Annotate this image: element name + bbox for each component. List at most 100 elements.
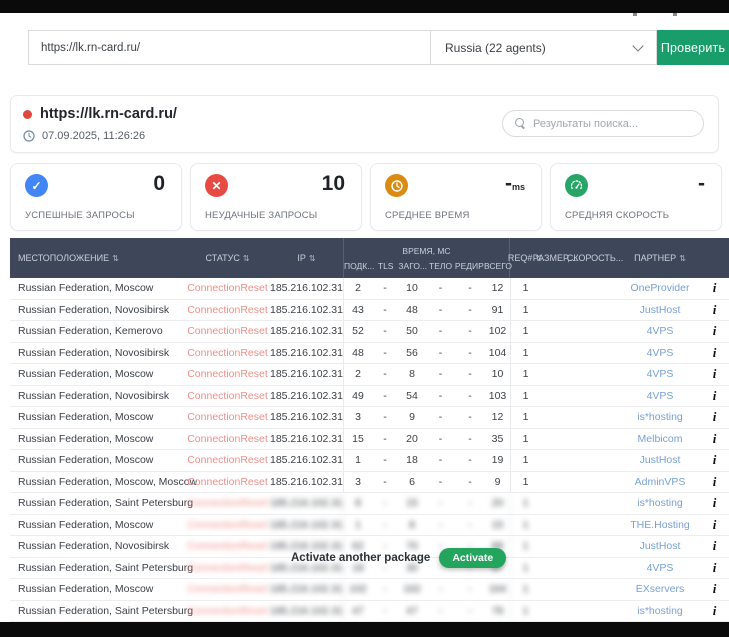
- partner-link[interactable]: EXservers: [620, 579, 700, 600]
- failed-count: 10: [322, 172, 345, 196]
- cropped-ui-tick: [673, 13, 677, 16]
- partner-link[interactable]: is*hosting: [620, 493, 700, 514]
- stat-card-success: ✓ 0 УСПЕШНЫЕ ЗАПРОСЫ: [10, 163, 182, 231]
- partner-link[interactable]: Melbicom: [620, 429, 700, 450]
- size-cell: [540, 278, 570, 299]
- info-icon[interactable]: i: [700, 343, 729, 364]
- req-count-cell: 1: [510, 450, 540, 471]
- info-icon[interactable]: i: [700, 364, 729, 385]
- info-icon[interactable]: i: [700, 601, 729, 622]
- info-icon[interactable]: i: [700, 386, 729, 407]
- speed-cell: [570, 429, 620, 450]
- total-ms-cell: 12: [485, 407, 510, 428]
- tls-ms-cell: -: [372, 515, 398, 536]
- sort-icon: ⇅: [112, 254, 119, 263]
- results-search-input[interactable]: [533, 118, 691, 130]
- req-count-cell: 1: [510, 364, 540, 385]
- info-icon[interactable]: i: [700, 558, 729, 579]
- status-cell: ConnectionReset: [185, 450, 270, 471]
- partner-link[interactable]: JustHost: [620, 300, 700, 321]
- column-header-status[interactable]: СТАТУС⇅: [185, 238, 270, 278]
- location-cell: Russian Federation, Novosibirsk: [10, 343, 185, 364]
- sort-icon: ⇅: [309, 254, 316, 263]
- activate-overlay: Activate another package Activate: [291, 546, 506, 570]
- avg-time-value: -ms: [505, 172, 525, 196]
- partner-link[interactable]: JustHost: [620, 450, 700, 471]
- partner-link[interactable]: 4VPS: [620, 364, 700, 385]
- column-header-connect: ПОДК...: [344, 261, 373, 271]
- partner-link[interactable]: JustHost: [620, 536, 700, 557]
- stat-label: НЕУДАЧНЫЕ ЗАПРОСЫ: [205, 210, 317, 221]
- check-button[interactable]: Проверить: [657, 30, 729, 65]
- body-ms-cell: -: [426, 450, 455, 471]
- avg-speed-value: -: [698, 172, 705, 196]
- partner-link[interactable]: 4VPS: [620, 321, 700, 342]
- url-input[interactable]: [41, 42, 418, 54]
- ip-cell: 185.216.102.31: [270, 472, 343, 493]
- connect-ms-cell: 8: [343, 493, 372, 514]
- location-cell: Russian Federation, Moscow, Moscow: [10, 472, 185, 493]
- table-row: Russian Federation, Moscow ConnectionRes…: [10, 450, 729, 472]
- info-icon[interactable]: i: [700, 536, 729, 557]
- info-icon[interactable]: i: [700, 321, 729, 342]
- info-icon[interactable]: i: [700, 579, 729, 600]
- status-cell: ConnectionReset: [185, 364, 270, 385]
- results-search[interactable]: [502, 110, 704, 137]
- size-cell: [540, 321, 570, 342]
- partner-link[interactable]: is*hosting: [620, 407, 700, 428]
- region-select[interactable]: Russia (22 agents): [430, 30, 657, 65]
- redirect-ms-cell: -: [455, 386, 485, 407]
- tls-ms-cell: -: [372, 429, 398, 450]
- info-icon[interactable]: i: [700, 450, 729, 471]
- column-header-partner[interactable]: ПАРТНЕР⇅: [620, 238, 700, 278]
- column-header-info: [700, 238, 729, 278]
- stat-label: СРЕДНЯЯ СКОРОСТЬ: [565, 210, 669, 221]
- size-cell: [540, 579, 570, 600]
- status-cell: ConnectionReset: [185, 558, 270, 579]
- connect-ms-cell: 49: [343, 386, 372, 407]
- column-header-tls: TLS: [373, 261, 398, 271]
- result-card: https://lk.rn-card.ru/ 07.09.2025, 11:26…: [10, 95, 719, 153]
- speed-cell: [570, 300, 620, 321]
- partner-link[interactable]: THE.Hosting: [620, 515, 700, 536]
- req-count-cell: 1: [510, 558, 540, 579]
- partner-link[interactable]: 4VPS: [620, 343, 700, 364]
- redirect-ms-cell: -: [455, 493, 485, 514]
- partner-link[interactable]: 4VPS: [620, 558, 700, 579]
- info-icon[interactable]: i: [700, 472, 729, 493]
- partner-link[interactable]: OneProvider: [620, 278, 700, 299]
- column-header-redirect: РЕДИР: [455, 261, 484, 271]
- column-header-ip[interactable]: IP⇅: [270, 238, 343, 278]
- info-icon[interactable]: i: [700, 429, 729, 450]
- req-count-cell: 1: [510, 472, 540, 493]
- partner-link[interactable]: 4VPS: [620, 386, 700, 407]
- req-count-cell: 1: [510, 493, 540, 514]
- table-header: МЕСТОПОЛОЖЕНИЕ⇅ СТАТУС⇅ IP⇅ ВРЕМЯ, МС ПО…: [10, 238, 729, 278]
- activate-button[interactable]: Activate: [439, 548, 506, 568]
- load-ms-cell: 18: [398, 450, 426, 471]
- column-header-location[interactable]: МЕСТОПОЛОЖЕНИЕ⇅: [10, 238, 185, 278]
- info-icon[interactable]: i: [700, 278, 729, 299]
- redirect-ms-cell: -: [455, 429, 485, 450]
- size-cell: [540, 450, 570, 471]
- info-icon[interactable]: i: [700, 515, 729, 536]
- url-input-wrapper: [28, 30, 430, 65]
- info-icon[interactable]: i: [700, 493, 729, 514]
- req-count-cell: 1: [510, 278, 540, 299]
- speed-cell: [570, 493, 620, 514]
- size-cell: [540, 386, 570, 407]
- tls-ms-cell: -: [372, 601, 398, 622]
- info-icon[interactable]: i: [700, 407, 729, 428]
- load-ms-cell: 8: [398, 364, 426, 385]
- tls-ms-cell: -: [372, 300, 398, 321]
- speed-cell: [570, 321, 620, 342]
- partner-link[interactable]: is*hosting: [620, 601, 700, 622]
- req-count-cell: 1: [510, 536, 540, 557]
- redirect-ms-cell: -: [455, 300, 485, 321]
- connect-ms-cell: 3: [343, 472, 372, 493]
- info-icon[interactable]: i: [700, 300, 729, 321]
- ip-cell: 185.216.102.31: [270, 321, 343, 342]
- load-ms-cell: 20: [398, 429, 426, 450]
- partner-link[interactable]: AdminVPS: [620, 472, 700, 493]
- stat-card-avg-time: -ms СРЕДНЕЕ ВРЕМЯ: [370, 163, 542, 231]
